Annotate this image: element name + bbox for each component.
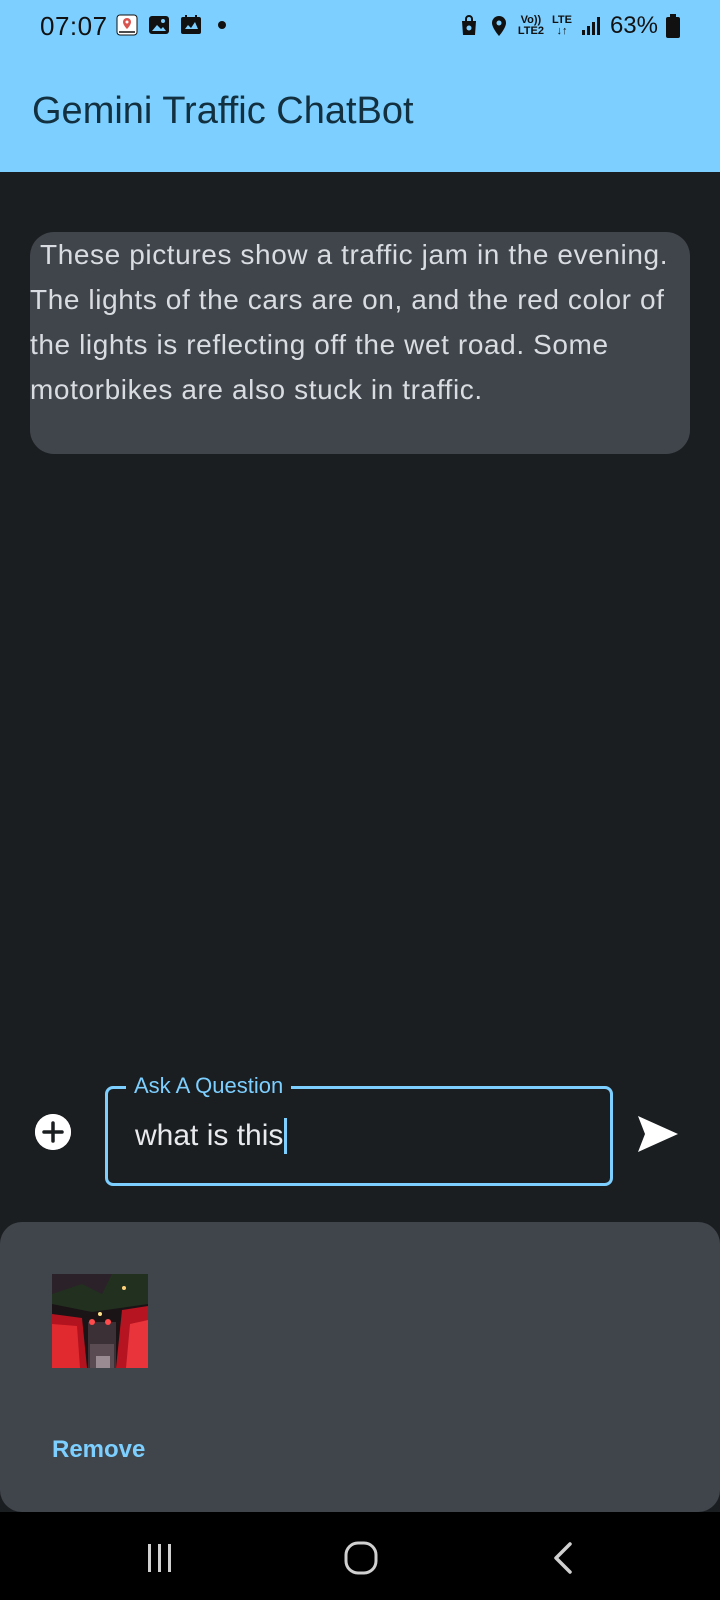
signal-strength-icon — [581, 17, 600, 35]
traffic-photo-image — [52, 1274, 148, 1368]
question-input-label: Ask A Question — [126, 1072, 292, 1100]
lte-indicator: LTE ↓↑ — [552, 15, 572, 37]
battery-icon — [666, 14, 680, 38]
lte-activity-arrows: ↓↑ — [556, 25, 568, 37]
send-icon[interactable] — [636, 1114, 680, 1154]
home-icon[interactable] — [342, 1540, 382, 1576]
secure-folder-icon — [461, 15, 476, 35]
bot-message-text: These pictures show a traffic jam in the… — [30, 239, 669, 405]
question-input-text: what is this — [135, 1119, 284, 1152]
top-bar: 07:07 Vo)) LTE2 LTE ↓↑ 63% Gemini Traffi… — [0, 0, 720, 172]
plus-circle-icon — [35, 1114, 71, 1150]
text-cursor — [284, 1118, 288, 1154]
question-input-value[interactable]: what is this — [135, 1118, 288, 1154]
battery-percent: 63% — [609, 12, 658, 39]
status-time: 07:07 — [40, 11, 108, 41]
app-title: Gemini Traffic ChatBot — [32, 90, 414, 132]
notification-icons — [116, 14, 226, 36]
status-bar: 07:07 Vo)) LTE2 LTE ↓↑ 63% — [0, 0, 720, 52]
back-icon[interactable] — [548, 1540, 588, 1576]
cast-icon — [181, 15, 201, 34]
volte-sim-label: LTE2 — [517, 25, 544, 37]
remove-attachment-button[interactable]: Remove — [52, 1436, 145, 1464]
traffic-photo-thumbnail — [52, 1274, 148, 1368]
maps-notification-icon — [116, 14, 138, 36]
screen: 07:07 Vo)) LTE2 LTE ↓↑ 63% Gemini Traffi… — [0, 0, 720, 1600]
add-image-button[interactable] — [35, 1114, 71, 1150]
location-icon — [491, 16, 506, 36]
more-notifications-dot — [218, 21, 226, 29]
system-status-icons: Vo)) LTE2 LTE ↓↑ 63% — [458, 12, 680, 40]
recents-icon[interactable] — [140, 1540, 180, 1576]
gallery-icon — [149, 16, 169, 34]
volte-indicator: Vo)) LTE2 — [518, 15, 544, 37]
